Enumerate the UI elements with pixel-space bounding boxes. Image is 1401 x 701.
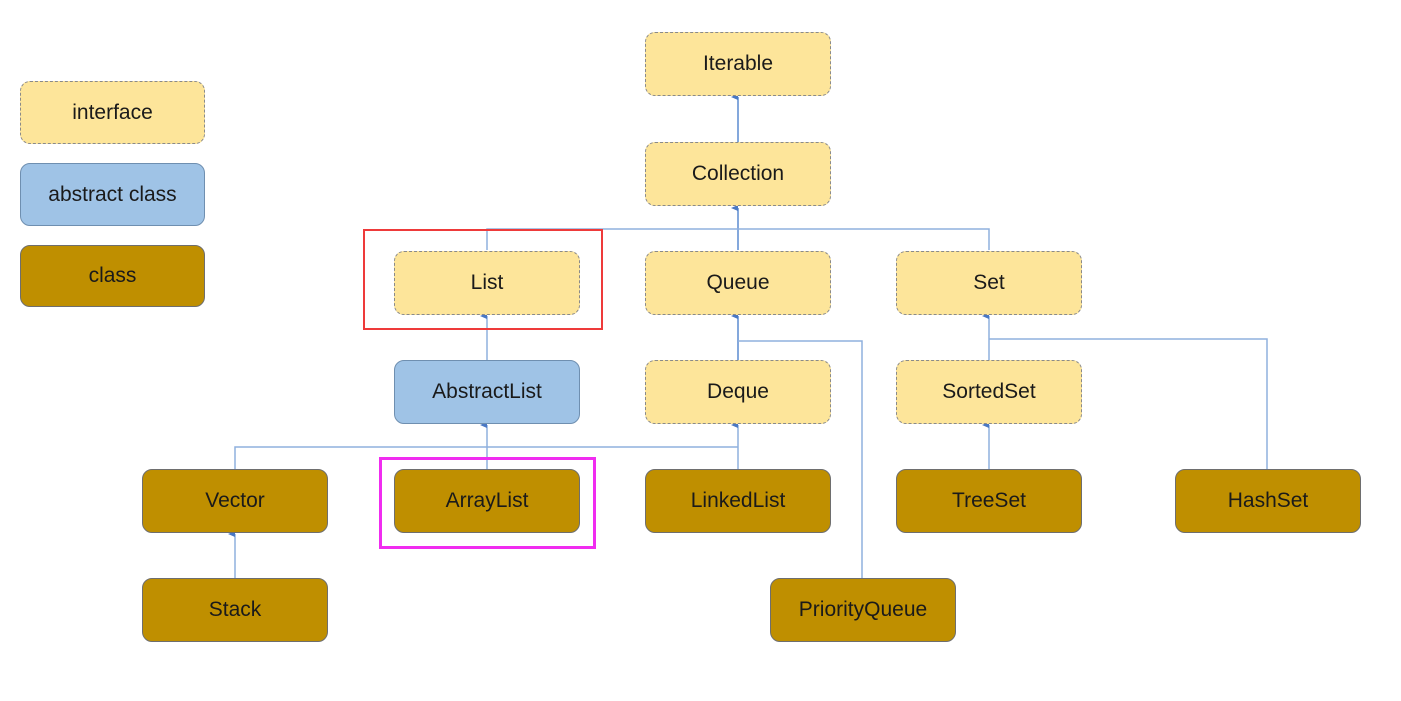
node-abstractlist: AbstractList — [394, 360, 580, 424]
node-queue-label: Queue — [706, 271, 770, 294]
node-vector-label: Vector — [205, 489, 265, 512]
node-stack-label: Stack — [208, 598, 262, 621]
node-deque: Deque — [645, 360, 831, 424]
node-priorityqueue: PriorityQueue — [770, 578, 956, 642]
legend-interface: interface — [20, 81, 205, 144]
legend-abstract-class: abstract class — [20, 163, 205, 226]
legend-class: class — [20, 245, 205, 307]
legend-interface-label: interface — [72, 100, 153, 124]
highlight-box-arraylist — [379, 457, 596, 549]
node-collection-label: Collection — [691, 162, 785, 185]
node-treeset-label: TreeSet — [952, 489, 1026, 512]
node-iterable: Iterable — [645, 32, 831, 96]
node-stack: Stack — [142, 578, 328, 642]
node-collection: Collection — [645, 142, 831, 206]
legend-class-label: class — [88, 264, 137, 287]
node-vector: Vector — [142, 469, 328, 533]
node-queue: Queue — [645, 251, 831, 315]
node-iterable-label: Iterable — [702, 52, 774, 75]
node-sortedset-label: SortedSet — [942, 380, 1036, 403]
node-deque-label: Deque — [707, 380, 769, 403]
legend-abstract-class-label: abstract class — [48, 182, 177, 206]
node-sortedset: SortedSet — [896, 360, 1082, 424]
node-treeset: TreeSet — [896, 469, 1082, 533]
node-hashset-label: HashSet — [1227, 489, 1309, 512]
node-priorityqueue-label: PriorityQueue — [798, 598, 928, 621]
node-linkedlist: LinkedList — [645, 469, 831, 533]
node-linkedlist-label: LinkedList — [690, 489, 786, 512]
node-abstractlist-label: AbstractList — [432, 380, 542, 403]
highlight-box-list — [363, 229, 603, 330]
node-set-label: Set — [973, 271, 1005, 294]
node-hashset: HashSet — [1175, 469, 1361, 533]
node-set: Set — [896, 251, 1082, 315]
